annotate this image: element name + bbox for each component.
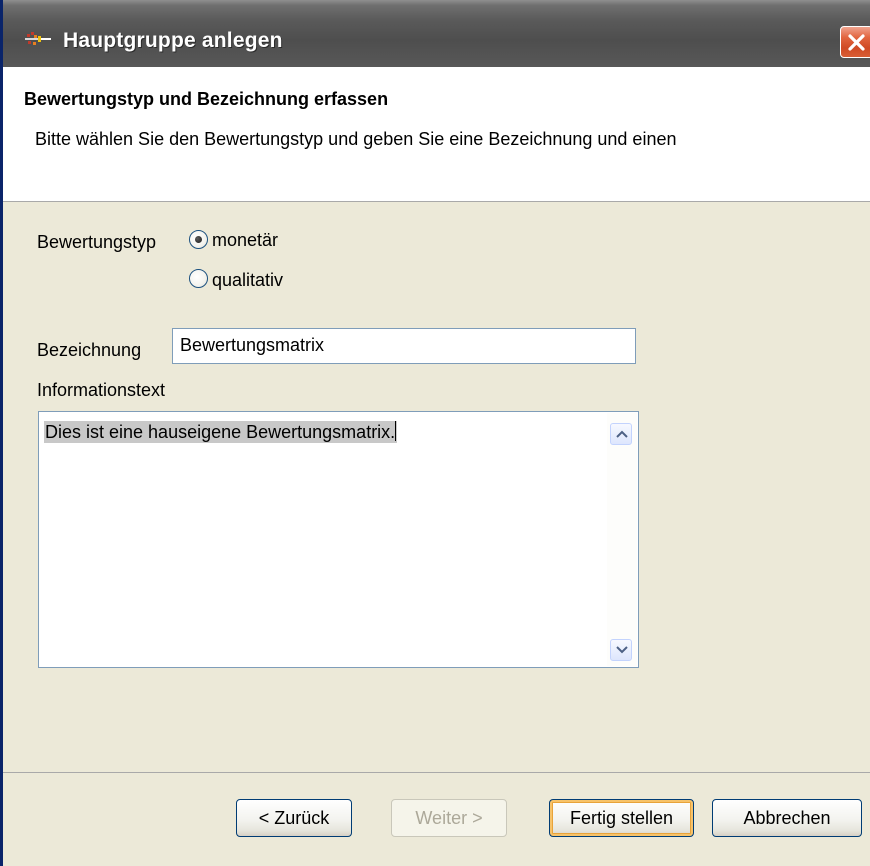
wizard-header: Bewertungstyp und Bezeichnung erfassen B… — [3, 67, 870, 202]
title-bar[interactable]: Hauptgruppe anlegen — [3, 0, 870, 67]
radio-monetaer-label[interactable]: monetär — [212, 230, 278, 251]
cancel-button[interactable]: Abbrechen — [712, 799, 862, 837]
radio-selected-dot — [195, 236, 202, 243]
wizard-dialog: Hauptgruppe anlegen Bewertungstyp und Be… — [0, 0, 870, 866]
page-description: Bitte wählen Sie den Bewertungstyp und g… — [35, 129, 677, 149]
informationstext-label: Informationstext — [37, 380, 166, 400]
radio-monetaer[interactable] — [189, 230, 208, 249]
next-button[interactable]: Weiter > — [391, 799, 507, 837]
close-button[interactable] — [840, 26, 870, 58]
chevron-up-icon — [616, 430, 628, 438]
scroll-down-button[interactable] — [610, 639, 632, 661]
bewertungstyp-label: Bewertungstyp — [37, 232, 157, 252]
back-button[interactable]: < Zurück — [236, 799, 352, 837]
chevron-down-icon — [616, 646, 628, 654]
finish-button[interactable]: Fertig stellen — [549, 799, 694, 837]
wizard-footer: < Zurück Weiter > Fertig stellen Abbrech… — [3, 772, 870, 866]
wizard-body: Bewertungstyp monetär qualitativ Bezeich… — [3, 202, 870, 772]
bezeichnung-label: Bezeichnung — [37, 340, 142, 360]
vertical-scrollbar[interactable] — [607, 413, 637, 666]
radio-qualitativ-label[interactable]: qualitativ — [212, 270, 283, 291]
close-icon — [848, 34, 865, 51]
informationstext-textarea[interactable]: Dies ist eine hauseigene Bewertungsmatri… — [38, 411, 639, 668]
bezeichnung-input[interactable]: Bewertungsmatrix — [172, 328, 636, 364]
scroll-up-button[interactable] — [610, 423, 632, 445]
radio-qualitativ[interactable] — [189, 269, 208, 288]
window-title: Hauptgruppe anlegen — [63, 29, 283, 52]
page-title: Bewertungstyp und Bezeichnung erfassen — [24, 89, 389, 109]
informationstext-value: Dies ist eine hauseigene Bewertungsmatri… — [44, 421, 398, 443]
app-icon — [25, 31, 51, 47]
